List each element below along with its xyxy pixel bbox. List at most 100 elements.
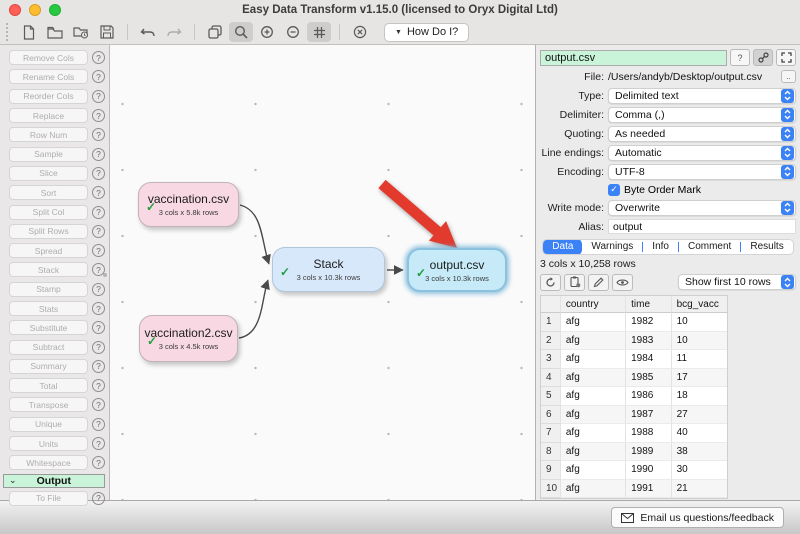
- zoom-window-button[interactable]: [49, 4, 61, 16]
- table-cell[interactable]: 10: [672, 313, 727, 332]
- transform-button[interactable]: Units: [9, 436, 88, 451]
- help-icon[interactable]: ?: [92, 206, 105, 219]
- alias-input[interactable]: [608, 219, 796, 234]
- table-cell[interactable]: 17: [672, 369, 727, 388]
- transform-button[interactable]: Spread: [9, 243, 88, 258]
- byte-order-mark-checkbox[interactable]: ✓: [608, 184, 620, 196]
- graph-node[interactable]: ✓ vaccination2.csv 3 cols x 4.5k rows: [139, 315, 238, 362]
- node-canvas[interactable]: ✓ vaccination.csv 3 cols x 5.8k rows ✓ v…: [110, 45, 535, 500]
- help-icon[interactable]: ?: [92, 70, 105, 83]
- column-header[interactable]: bcg_vacc: [672, 296, 727, 313]
- tab-data[interactable]: Data: [543, 239, 582, 255]
- transform-button[interactable]: Subtract: [9, 340, 88, 355]
- transform-button[interactable]: Split Rows: [9, 224, 88, 239]
- table-cell[interactable]: 8: [541, 443, 561, 462]
- table-cell[interactable]: 1989: [626, 443, 672, 462]
- refresh-icon[interactable]: [540, 274, 561, 291]
- quoting-select[interactable]: As needed: [608, 126, 796, 142]
- table-cell[interactable]: 5: [541, 387, 561, 406]
- table-cell[interactable]: 1986: [626, 387, 672, 406]
- table-cell[interactable]: 10: [672, 332, 727, 351]
- open-folder-icon[interactable]: [43, 22, 67, 42]
- table-cell[interactable]: afg: [561, 424, 626, 443]
- transform-button[interactable]: Replace: [9, 108, 88, 123]
- graph-node[interactable]: ✓ vaccination.csv 3 cols x 5.8k rows: [138, 182, 239, 227]
- table-cell[interactable]: 27: [672, 406, 727, 425]
- help-icon[interactable]: ?: [92, 302, 105, 315]
- table-cell[interactable]: afg: [561, 350, 626, 369]
- table-cell[interactable]: 40: [672, 424, 727, 443]
- table-cell[interactable]: 1983: [626, 332, 672, 351]
- transform-button[interactable]: To File: [9, 491, 88, 506]
- transform-button[interactable]: Sort: [9, 185, 88, 200]
- help-icon[interactable]: ?: [92, 128, 105, 141]
- table-cell[interactable]: 21: [672, 480, 727, 499]
- table-cell[interactable]: afg: [561, 313, 626, 332]
- help-icon[interactable]: ?: [92, 321, 105, 334]
- table-cell[interactable]: 4: [541, 369, 561, 388]
- transform-button[interactable]: Substitute: [9, 320, 88, 335]
- column-header[interactable]: country: [561, 296, 626, 313]
- open-recent-icon[interactable]: [69, 22, 93, 42]
- duplicate-icon[interactable]: [203, 22, 227, 42]
- cancel-icon[interactable]: [348, 22, 372, 42]
- table-cell[interactable]: afg: [561, 406, 626, 425]
- transform-button[interactable]: Remove Cols: [9, 50, 88, 65]
- transform-button[interactable]: Stack: [9, 262, 88, 277]
- transform-button[interactable]: Total: [9, 378, 88, 393]
- help-icon[interactable]: ?: [92, 90, 105, 103]
- zoom-in-icon[interactable]: [255, 22, 279, 42]
- save-icon[interactable]: [95, 22, 119, 42]
- help-icon[interactable]: ?: [92, 283, 105, 296]
- redo-icon[interactable]: [162, 22, 186, 42]
- graph-node[interactable]: ✓ Stack 3 cols x 10.3k rows: [272, 247, 385, 292]
- browse-button[interactable]: ..: [781, 70, 796, 83]
- table-cell[interactable]: afg: [561, 369, 626, 388]
- eye-icon[interactable]: [612, 274, 633, 291]
- help-icon[interactable]: ?: [92, 167, 105, 180]
- table-cell[interactable]: afg: [561, 387, 626, 406]
- grid-snap-icon[interactable]: [307, 22, 331, 42]
- table-cell[interactable]: 1990: [626, 461, 672, 480]
- tab-results[interactable]: Results: [741, 239, 792, 255]
- transform-button[interactable]: Whitespace: [9, 455, 88, 470]
- table-cell[interactable]: afg: [561, 461, 626, 480]
- transform-button[interactable]: Summary: [9, 359, 88, 374]
- help-icon[interactable]: ?: [92, 225, 105, 238]
- help-icon[interactable]: ?: [92, 418, 105, 431]
- undo-icon[interactable]: [136, 22, 160, 42]
- table-cell[interactable]: afg: [561, 480, 626, 499]
- column-header[interactable]: time: [626, 296, 672, 313]
- table-cell[interactable]: 1982: [626, 313, 672, 332]
- help-icon[interactable]: ?: [92, 492, 105, 505]
- type-select[interactable]: Delimited text: [608, 88, 796, 104]
- table-cell[interactable]: 1991: [626, 480, 672, 499]
- help-icon[interactable]: ?: [92, 51, 105, 64]
- encoding-select[interactable]: UTF-8: [608, 164, 796, 180]
- show-rows-select[interactable]: Show first 10 rows: [678, 274, 796, 290]
- delimiter-select[interactable]: Comma (,): [608, 107, 796, 123]
- table-cell[interactable]: 30: [672, 461, 727, 480]
- help-icon[interactable]: ?: [92, 360, 105, 373]
- transform-button[interactable]: Split Col: [9, 205, 88, 220]
- table-cell[interactable]: afg: [561, 443, 626, 462]
- table-cell[interactable]: 1984: [626, 350, 672, 369]
- new-document-icon[interactable]: [17, 22, 41, 42]
- table-cell[interactable]: 6: [541, 406, 561, 425]
- table-cell[interactable]: 7: [541, 424, 561, 443]
- tab-warnings[interactable]: Warnings: [582, 239, 642, 255]
- column-header[interactable]: [541, 296, 561, 313]
- sidebar-splitter-handle[interactable]: [103, 273, 107, 277]
- table-cell[interactable]: afg: [561, 332, 626, 351]
- line-endings-select[interactable]: Automatic: [608, 145, 796, 161]
- transform-button[interactable]: Slice: [9, 166, 88, 181]
- graph-node[interactable]: ✓ output.csv 3 cols x 10.3k rows: [407, 248, 507, 292]
- help-icon[interactable]: ?: [92, 379, 105, 392]
- help-icon[interactable]: ?: [92, 398, 105, 411]
- table-cell[interactable]: 9: [541, 461, 561, 480]
- zoom-out-icon[interactable]: [281, 22, 305, 42]
- table-cell[interactable]: 1987: [626, 406, 672, 425]
- data-table[interactable]: countrytimebcg_vacc1afg1982102afg1983103…: [540, 295, 728, 499]
- help-icon[interactable]: ?: [92, 437, 105, 450]
- transform-button[interactable]: Unique: [9, 417, 88, 432]
